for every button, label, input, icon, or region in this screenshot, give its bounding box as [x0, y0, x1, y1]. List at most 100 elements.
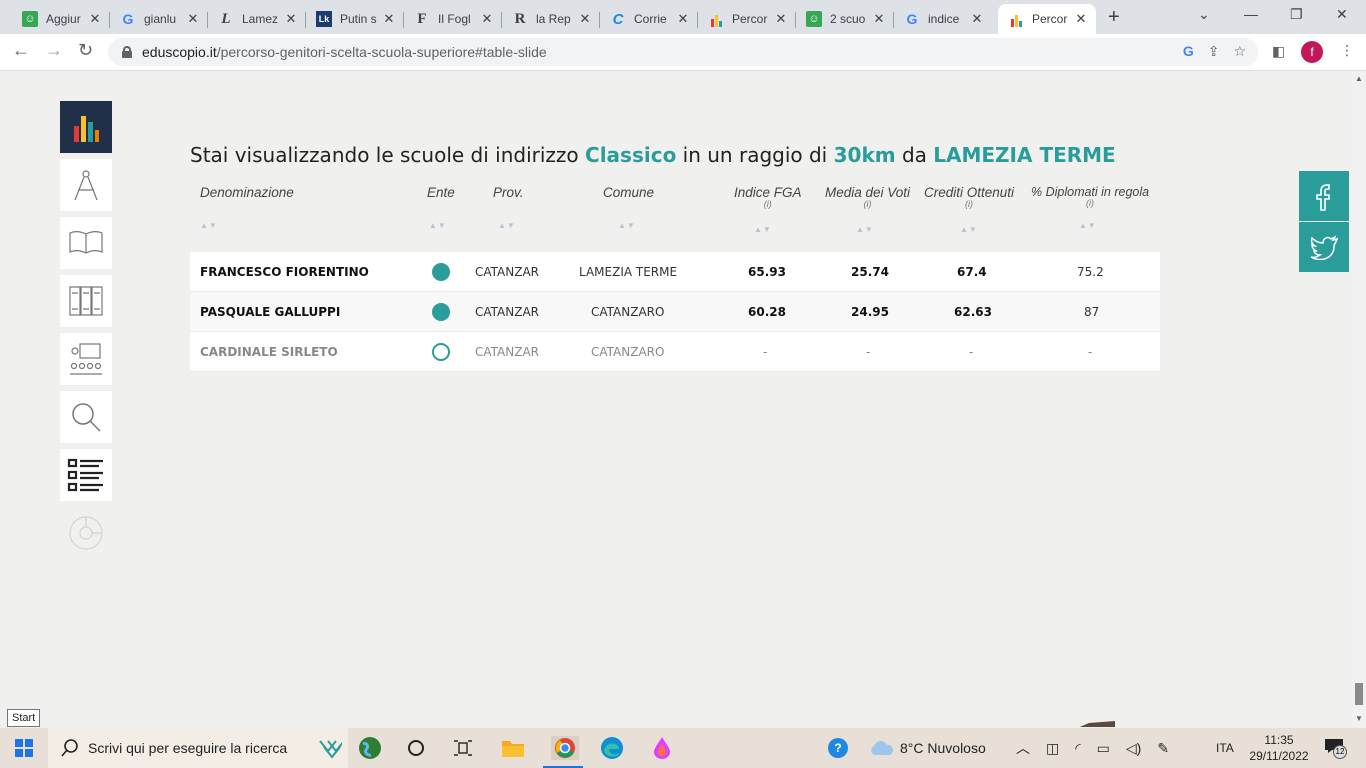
browser-tab-active[interactable]: Percor ✕ — [998, 4, 1096, 34]
diplomati-cell: 87 — [1084, 305, 1100, 319]
info-icon[interactable]: (i) — [924, 199, 1014, 209]
sort-arrows-icon[interactable]: ▲▼ — [618, 221, 636, 230]
close-icon[interactable]: ✕ — [282, 11, 300, 27]
school-name[interactable]: FRANCESCO FIORENTINO — [200, 265, 369, 279]
browser-tab[interactable]: G indice ✕ — [894, 4, 992, 34]
facebook-share-button[interactable] — [1299, 171, 1349, 221]
nav-books-button[interactable] — [60, 275, 112, 327]
close-icon[interactable]: ✕ — [968, 11, 986, 27]
browser-tab[interactable]: ☺ Aggiur ✕ — [12, 4, 110, 34]
address-bar[interactable]: eduscopio.it/percorso-genitori-scelta-sc… — [108, 38, 1258, 66]
tab-title: 2 scuo — [830, 12, 866, 26]
paint-drop-icon[interactable] — [650, 736, 674, 760]
browser-tab[interactable]: F Il Fogl ✕ — [404, 4, 502, 34]
close-window-button[interactable]: ✕ — [1336, 6, 1348, 23]
meet-now-icon[interactable]: ◫ — [1046, 740, 1059, 757]
twitter-share-button[interactable] — [1299, 222, 1349, 272]
info-icon[interactable]: (i) — [1031, 198, 1149, 208]
close-icon[interactable]: ✕ — [86, 11, 104, 27]
close-icon[interactable]: ✕ — [184, 11, 202, 27]
edge-icon[interactable] — [600, 736, 624, 760]
help-icon[interactable]: ? — [828, 738, 848, 758]
new-tab-button[interactable]: + — [1108, 6, 1120, 29]
sort-arrows-icon[interactable]: ▲▼ — [754, 225, 772, 234]
school-name[interactable]: CARDINALE SIRLETO — [200, 345, 338, 359]
column-header-ente[interactable]: Ente — [427, 185, 455, 200]
nav-search-button[interactable] — [60, 391, 112, 443]
close-icon[interactable]: ✕ — [478, 11, 496, 27]
browser-tab[interactable]: ☺ 2 scuo ✕ — [796, 4, 894, 34]
browser-tab[interactable]: G gianlu ✕ — [110, 4, 208, 34]
table-row[interactable]: CARDINALE SIRLETO CATANZAR CATANZARO - -… — [190, 332, 1160, 372]
info-icon[interactable]: (i) — [825, 199, 910, 209]
profile-avatar[interactable]: f — [1301, 41, 1323, 63]
table-row[interactable]: PASQUALE GALLUPPI CATANZAR CATANZARO 60.… — [190, 292, 1160, 332]
column-header-denominazione[interactable]: Denominazione — [200, 185, 294, 200]
back-button[interactable]: ← — [12, 40, 30, 61]
sort-arrows-icon[interactable]: ▲▼ — [856, 225, 874, 234]
close-icon[interactable]: ✕ — [870, 11, 888, 27]
sort-arrows-icon[interactable]: ▲▼ — [960, 225, 978, 234]
nav-compass-button[interactable] — [60, 159, 112, 211]
sort-arrows-icon[interactable]: ▲▼ — [200, 221, 218, 230]
nav-classroom-button[interactable] — [60, 333, 112, 385]
nav-ranking-button[interactable] — [60, 101, 112, 153]
browser-tab[interactable]: R la Rep ✕ — [502, 4, 600, 34]
minimize-button[interactable]: — — [1244, 6, 1258, 22]
search-highlight-icon[interactable] — [318, 736, 342, 760]
file-explorer-icon[interactable] — [501, 736, 525, 760]
column-header-media-voti[interactable]: Media dei Voti (i) — [825, 185, 910, 209]
scroll-up-arrow-icon[interactable]: ▲ — [1355, 74, 1363, 83]
tab-search-icon[interactable]: ⌄ — [1198, 6, 1210, 23]
globe-icon[interactable] — [358, 736, 382, 760]
browser-tab[interactable]: C Corrie ✕ — [600, 4, 698, 34]
column-header-diplomati[interactable]: % Diplomati in regola (i) — [1031, 185, 1149, 208]
scrollbar-thumb[interactable] — [1355, 683, 1363, 705]
share-icon[interactable]: ⇪ — [1208, 43, 1220, 60]
weather-widget[interactable]: ? 8°C Nuvoloso — [828, 728, 986, 768]
nav-list-button[interactable] — [60, 449, 112, 501]
scroll-down-arrow-icon[interactable]: ▼ — [1355, 714, 1363, 723]
battery-icon[interactable]: ▭ — [1097, 740, 1110, 757]
close-icon[interactable]: ✕ — [772, 11, 790, 27]
table-row[interactable]: FRANCESCO FIORENTINO CATANZAR LAMEZIA TE… — [190, 252, 1160, 292]
column-header-indice-fga[interactable]: Indice FGA (i) — [734, 185, 802, 209]
widgets-icon[interactable] — [451, 736, 475, 760]
sort-arrows-icon[interactable]: ▲▼ — [429, 221, 447, 230]
sort-arrows-icon[interactable]: ▲▼ — [1079, 221, 1097, 230]
browser-tab[interactable]: Lk Putin s ✕ — [306, 4, 404, 34]
title-text: Stai visualizzando le scuole di indirizz… — [190, 143, 586, 167]
menu-icon[interactable]: ⋮ — [1340, 42, 1354, 59]
column-header-prov[interactable]: Prov. — [493, 185, 524, 200]
column-header-comune[interactable]: Comune — [603, 185, 654, 200]
google-lens-icon[interactable]: G — [1183, 43, 1194, 60]
volume-icon[interactable]: ◁) — [1126, 740, 1141, 757]
page-scrollbar[interactable]: ▲ ▼ — [1352, 71, 1366, 727]
restore-button[interactable]: ❐ — [1290, 6, 1303, 23]
info-icon[interactable]: (i) — [734, 199, 802, 209]
chrome-taskbar-icon[interactable] — [551, 736, 579, 760]
windows-start-button[interactable] — [12, 736, 36, 760]
pen-icon[interactable]: ✎ — [1157, 740, 1169, 757]
close-icon[interactable]: ✕ — [380, 11, 398, 27]
browser-tab[interactable]: Percor ✕ — [698, 4, 796, 34]
taskbar-search-box[interactable]: Scrivi qui per eseguire la ricerca — [48, 728, 348, 768]
forward-button[interactable]: → — [45, 40, 63, 61]
chevron-up-icon[interactable]: ︿ — [1016, 738, 1030, 758]
clock[interactable]: 11:35 29/11/2022 — [1248, 732, 1310, 764]
browser-tab[interactable]: L Lamez ✕ — [208, 4, 306, 34]
school-name[interactable]: PASQUALE GALLUPPI — [200, 305, 340, 319]
reload-button[interactable]: ↻ — [78, 40, 93, 61]
bookmark-star-icon[interactable]: ☆ — [1233, 43, 1246, 60]
close-icon[interactable]: ✕ — [674, 11, 692, 27]
close-icon[interactable]: ✕ — [576, 11, 594, 27]
side-panel-icon[interactable]: ◧ — [1272, 43, 1285, 60]
sort-arrows-icon[interactable]: ▲▼ — [498, 221, 516, 230]
notifications-button[interactable]: 12 — [1324, 738, 1347, 759]
language-indicator[interactable]: ITA — [1216, 728, 1234, 768]
close-icon[interactable]: ✕ — [1072, 11, 1090, 27]
nav-book-button[interactable] — [60, 217, 112, 269]
column-header-crediti[interactable]: Crediti Ottenuti (i) — [924, 185, 1014, 209]
task-view-icon[interactable] — [404, 736, 428, 760]
wifi-icon[interactable]: ◜ — [1075, 740, 1080, 757]
